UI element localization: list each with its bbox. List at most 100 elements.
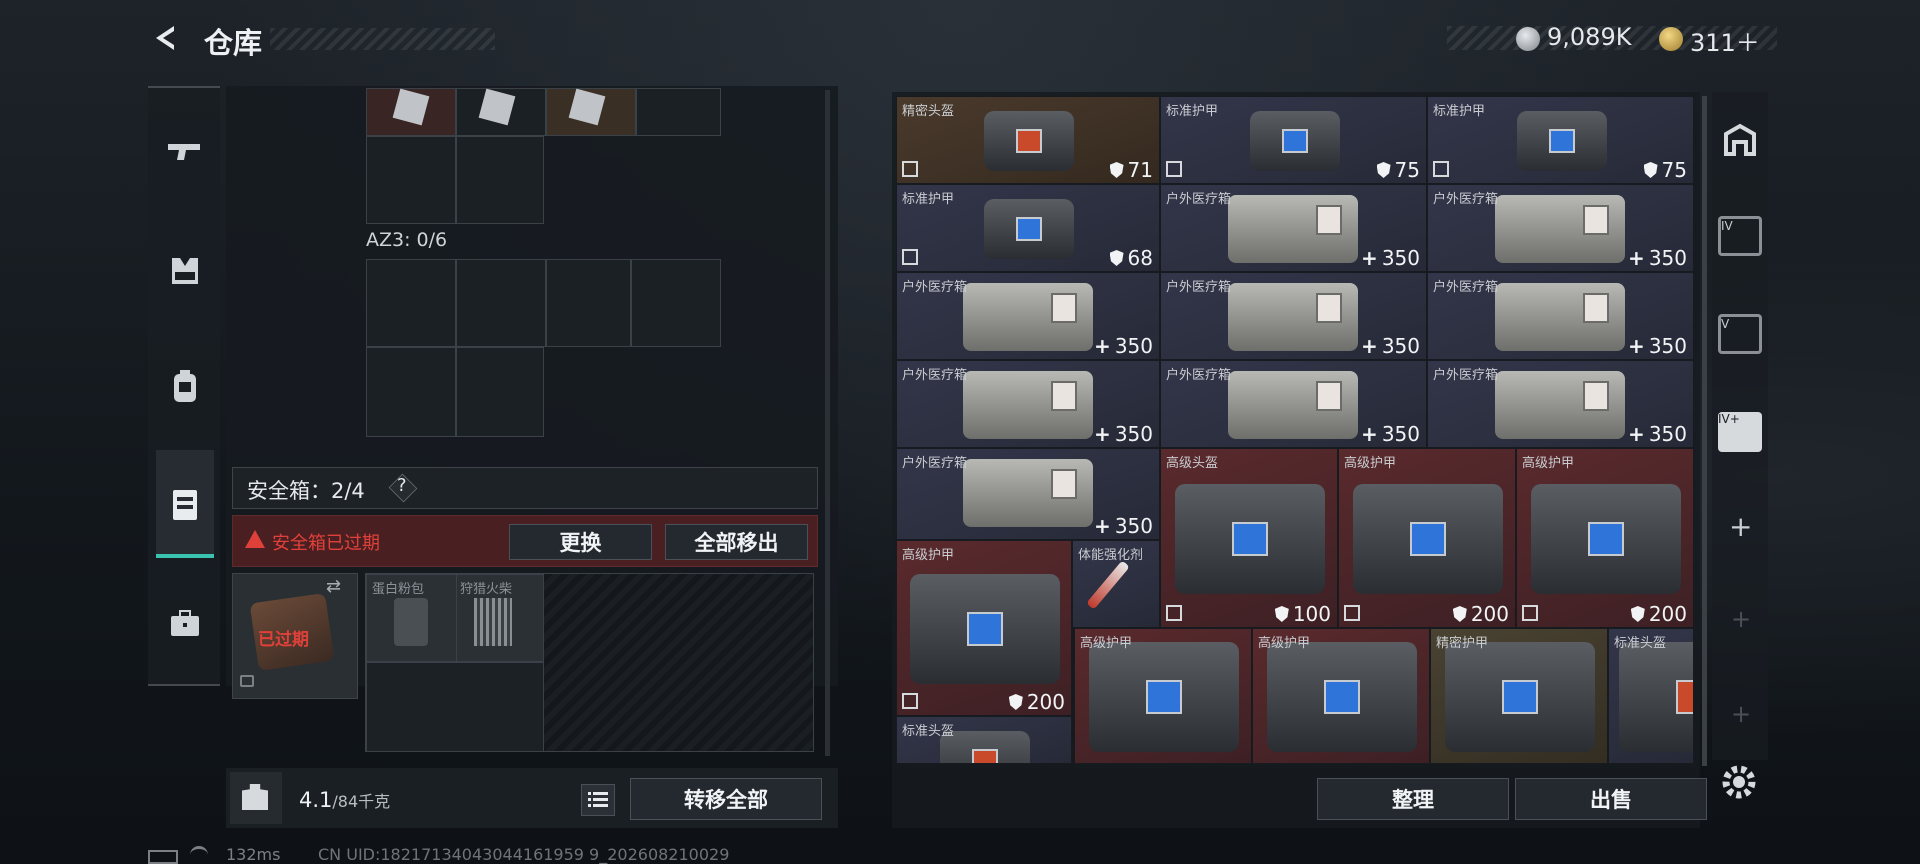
silver-coin-icon [1516,27,1540,51]
stash-item[interactable]: 户外医疗箱 +350 [1160,184,1427,272]
item-name: 标准头盔 [1614,636,1667,651]
medkit-image [1494,371,1625,439]
currency-gold[interactable]: 311＋ [1690,23,1760,58]
stash-tab-iv-plus-icon[interactable]: IV+ [1718,412,1762,452]
stash-item[interactable]: 高级护甲 [1074,628,1252,764]
item-value-text: 350 [1648,422,1687,446]
item-value: 71 [1109,158,1153,182]
stash-item[interactable]: 标准护甲 75 [1427,96,1694,184]
item-value-text: 200 [1470,602,1509,626]
gold-coin-icon [1659,27,1683,51]
stash-item[interactable]: 高级护甲 200 [1338,448,1516,628]
left-scrollbar[interactable] [825,90,830,756]
stash-item[interactable]: 精密头盔 71 [896,96,1160,184]
stash-tab-iv-icon[interactable]: IV [1718,216,1762,256]
plus-icon: + [1628,334,1645,358]
weapon-category-icon[interactable] [160,126,210,176]
medkit-image [1227,371,1358,439]
settings-gear-icon[interactable] [1719,762,1759,802]
help-label: ? [397,475,407,496]
stash-item[interactable]: 标准护甲 75 [1160,96,1427,184]
grid-cell[interactable] [456,136,544,224]
grid-cell[interactable] [366,136,456,224]
add-tab-button-disabled: + [1731,605,1752,633]
safe-item-name: 蛋白粉包 [372,582,425,597]
expired-warning-text: 安全箱已过期 [272,533,380,554]
add-tab-button[interactable]: + [1729,510,1752,543]
warning-icon [245,530,265,548]
item-value: 75 [1376,158,1420,182]
armor-plate-icon [1324,680,1360,714]
az3-slot[interactable] [456,259,546,347]
item-value-text: 200 [1026,690,1065,714]
armor-plate-icon [1016,217,1042,241]
stash-item[interactable]: 标准护甲 68 [896,184,1160,272]
item-value: +350 [1094,422,1153,446]
wifi-icon [190,846,208,864]
stash-item[interactable]: 户外医疗箱 +350 [1427,360,1694,448]
medkit-image [963,459,1093,527]
stash-item[interactable]: 高级护甲 200 [1516,448,1694,628]
stash-item[interactable]: 户外医疗箱 +350 [1427,184,1694,272]
list-view-button[interactable] [581,784,615,816]
item-value: 200 [1452,602,1509,626]
medkit-image [1494,195,1625,263]
red-cross-icon [1051,381,1077,411]
item-name: 高级头盔 [1166,456,1219,471]
case-category-icon[interactable] [160,600,210,650]
sell-button[interactable]: 出售 [1515,778,1707,820]
armor-plate-icon [1676,680,1693,714]
stash-item[interactable]: 户外医疗箱 +350 [896,360,1160,448]
az3-slot[interactable] [366,259,456,347]
stash-scrollbar[interactable] [1702,96,1707,766]
stash-item[interactable]: 体能强化剂 [1072,540,1160,628]
stash-item[interactable]: 高级护甲 200 [896,540,1072,716]
item-value: +350 [1094,334,1153,358]
stash-item[interactable]: 户外医疗箱 +350 [1427,272,1694,360]
item-name: 户外医疗箱 [902,368,968,383]
stash-item[interactable]: 户外医疗箱 +350 [1160,272,1427,360]
az3-slot[interactable] [366,347,456,437]
list-icon [588,792,608,807]
az3-slot[interactable] [631,259,721,347]
lock-icon [240,675,254,687]
transfer-all-button[interactable]: 转移全部 [630,778,822,820]
armor-bag-image [1267,642,1417,752]
red-cross-icon [1051,469,1077,499]
armor-plate-icon [1548,129,1575,153]
grid-cell[interactable] [636,88,721,136]
item-name: 精密头盔 [902,104,955,119]
sort-button[interactable]: 整理 [1317,778,1509,820]
item-name: 户外医疗箱 [1433,280,1499,295]
stash-item[interactable]: 高级护甲 [1252,628,1430,764]
item-name: 标准护甲 [1166,104,1219,119]
replace-button[interactable]: 更换 [509,524,652,560]
az3-slot[interactable] [456,347,544,437]
item-value: 75 [1643,158,1687,182]
syringe-image [1086,560,1130,610]
stash-tab-v-icon[interactable]: V [1718,314,1762,354]
armor-plate-icon [1146,680,1182,714]
back-button[interactable] [148,20,184,56]
swap-icon[interactable]: ⇄ [326,576,341,597]
page-title: 仓库 [204,26,263,60]
stash-tab-main-icon[interactable] [1720,120,1760,160]
item-value: 68 [1109,246,1153,270]
stash-item[interactable]: 标准头盔 [1608,628,1694,764]
az3-slot[interactable] [546,259,631,347]
stash-item[interactable]: 户外医疗箱 +350 [1160,360,1427,448]
stash-item[interactable]: 户外医疗箱 +350 [896,272,1160,360]
remove-all-button[interactable]: 全部移出 [665,524,808,560]
stash-item[interactable]: 精密护甲 [1430,628,1608,764]
backpack-category-icon[interactable] [160,362,210,412]
safe-item-slot[interactable] [366,662,544,752]
item-name: 高级护甲 [1344,456,1397,471]
stash-item[interactable]: 高级头盔 100 [1160,448,1338,628]
red-cross-icon [1051,293,1077,323]
armor-plate-icon [972,749,998,763]
battery-icon [148,850,178,864]
stash-item[interactable]: 标准头盔 [896,716,1072,764]
stash-item[interactable]: 户外医疗箱 +350 [896,448,1160,540]
red-cross-icon [1315,205,1342,235]
vest-category-icon[interactable] [160,246,210,296]
